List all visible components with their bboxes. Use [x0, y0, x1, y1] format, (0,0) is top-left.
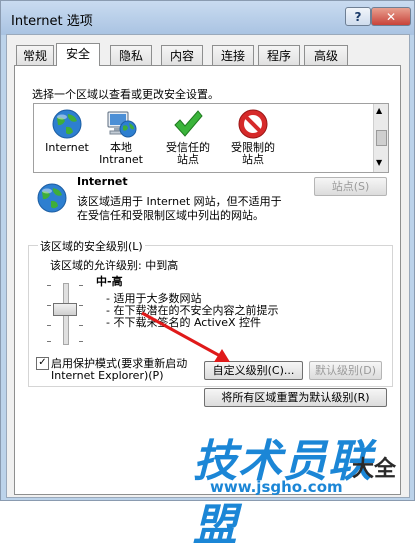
watermark-brand: 大全	[352, 457, 397, 482]
watermark-url: www.jsgho.com	[210, 478, 343, 496]
tab-security[interactable]: 安全	[56, 43, 100, 66]
